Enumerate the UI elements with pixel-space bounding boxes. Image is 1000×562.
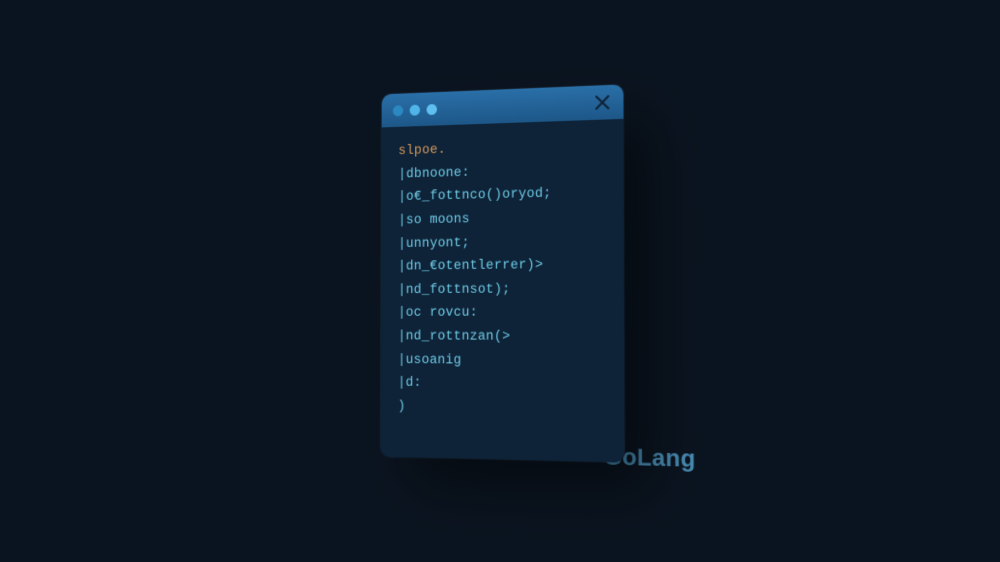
code-line: ) (398, 395, 606, 422)
traffic-lights (393, 103, 437, 115)
code-line: |d: (398, 372, 606, 398)
dot-icon (393, 105, 403, 116)
dot-icon (427, 103, 437, 114)
close-icon[interactable] (593, 93, 611, 112)
code-body: slpoe. |dbnoone: |o€_fottnco()oryod; |so… (381, 119, 625, 437)
code-line: |nd_rottnzan(> (398, 326, 606, 350)
code-line: |so moons (398, 205, 605, 232)
scene: slpoe. |dbnoone: |o€_fottnco()oryod; |so… (375, 89, 625, 459)
code-line: |unnyont; (398, 229, 606, 256)
code-window: slpoe. |dbnoone: |o€_fottnco()oryod; |so… (381, 84, 625, 462)
dot-icon (410, 104, 420, 115)
code-line: |nd_fottnsot); (398, 278, 606, 303)
code-line: |usoanig (398, 349, 606, 374)
code-line: |dn_€otentlerrer)> (398, 253, 606, 279)
code-line: |oc rovcu: (398, 302, 606, 326)
